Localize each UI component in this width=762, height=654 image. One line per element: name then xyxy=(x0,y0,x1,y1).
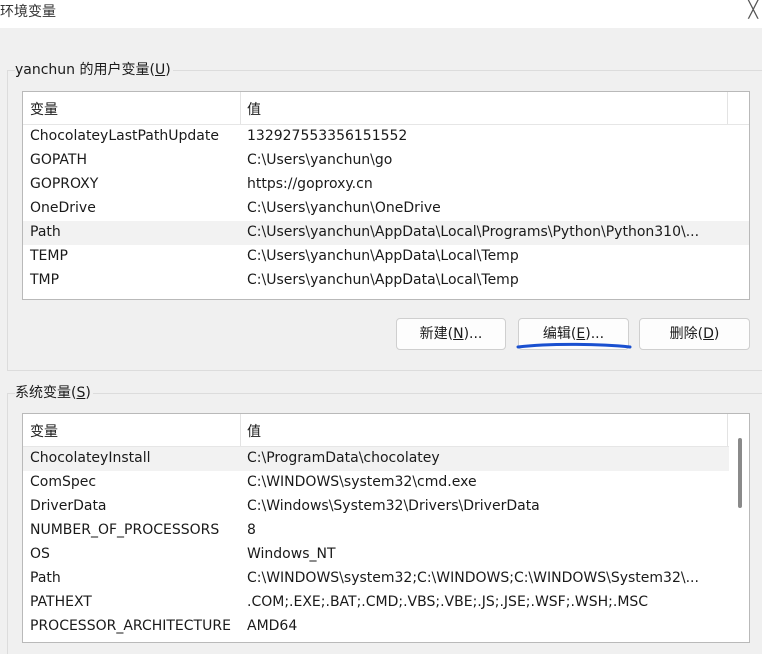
window-title: 环境变量 xyxy=(0,4,56,20)
table-row[interactable]: TMP C:\Users\yanchun\AppData\Local\Temp xyxy=(23,269,749,293)
variable-name: NUMBER_OF_PROCESSORS xyxy=(30,522,220,538)
variable-value: Windows_NT xyxy=(247,546,336,562)
close-icon[interactable]: ╳ xyxy=(748,0,758,20)
table-row[interactable]: PATHEXT .COM;.EXE;.BAT;.CMD;.VBS;.VBE;.JS… xyxy=(23,591,749,615)
variable-value: C:\Users\yanchun\OneDrive xyxy=(247,200,441,216)
variable-value: 8 xyxy=(247,522,256,538)
variable-name: PROCESSOR_ARCHITECTURE xyxy=(30,618,231,634)
variable-name: TEMP xyxy=(30,248,68,264)
table-row[interactable]: PROCESSOR_ARCHITECTURE AMD64 xyxy=(23,615,749,639)
delete-button[interactable]: 删除(D) xyxy=(639,318,750,350)
variable-value: C:\ProgramData\chocolatey xyxy=(247,450,440,466)
table-row[interactable]: TEMP C:\Users\yanchun\AppData\Local\Temp xyxy=(23,245,749,269)
table-row[interactable]: ChocolateyLastPathUpdate 1329275533561515… xyxy=(23,125,749,149)
table-row[interactable]: OneDrive C:\Users\yanchun\OneDrive xyxy=(23,197,749,221)
list-header: 变量 值 xyxy=(23,92,749,125)
variable-name: ChocolateyLastPathUpdate xyxy=(30,128,219,144)
user-variables-list[interactable]: 变量 值 ChocolateyLastPathUpdate 13292755335… xyxy=(22,91,750,300)
column-header-variable[interactable]: 变量 xyxy=(30,421,58,441)
variable-value: AMD64 xyxy=(247,618,298,634)
table-row[interactable]: Path C:\Users\yanchun\AppData\Local\Progr… xyxy=(23,221,749,245)
variable-value: C:\Users\yanchun\AppData\Local\Temp xyxy=(247,248,519,264)
table-row[interactable]: DriverData C:\Windows\System32\Drivers\Dr… xyxy=(23,495,749,519)
column-header-value[interactable]: 值 xyxy=(247,99,261,119)
variable-name: ChocolateyInstall xyxy=(30,450,151,466)
list-header: 变量 值 xyxy=(23,414,749,447)
new-button[interactable]: 新建(N)... xyxy=(396,318,506,350)
table-row[interactable]: OS Windows_NT xyxy=(23,543,749,567)
user-variable-rows: ChocolateyLastPathUpdate 1329275533561515… xyxy=(23,125,749,293)
variable-name: OS xyxy=(30,546,50,562)
column-divider[interactable] xyxy=(727,414,728,446)
variable-value: C:\Users\yanchun\AppData\Local\Temp xyxy=(247,272,519,288)
variable-value: https://goproxy.cn xyxy=(247,176,373,192)
system-variables-legend: 系统变量(S) xyxy=(15,384,93,402)
variable-value: C:\WINDOWS\system32;C:\WINDOWS;C:\WINDOW… xyxy=(247,570,699,586)
variable-name: GOPATH xyxy=(30,152,87,168)
variable-value: C:\WINDOWS\system32\cmd.exe xyxy=(247,474,477,490)
variable-name: DriverData xyxy=(30,498,107,514)
table-row[interactable]: GOPATH C:\Users\yanchun\go xyxy=(23,149,749,173)
variable-value: 132927553356151552 xyxy=(247,128,408,144)
variable-name: Path xyxy=(30,224,61,240)
system-variables-list[interactable]: 变量 值 ChocolateyInstall C:\ProgramData\cho… xyxy=(22,413,750,643)
column-divider[interactable] xyxy=(240,414,241,446)
variable-value: C:\Users\yanchun\AppData\Local\Programs\… xyxy=(247,224,700,240)
column-header-value[interactable]: 值 xyxy=(247,421,261,441)
column-header-variable[interactable]: 变量 xyxy=(30,99,58,119)
table-row[interactable]: ComSpec C:\WINDOWS\system32\cmd.exe xyxy=(23,471,749,495)
scrollbar-thumb[interactable] xyxy=(738,438,742,508)
system-variable-rows: ChocolateyInstall C:\ProgramData\chocolat… xyxy=(23,447,749,639)
variable-name: ComSpec xyxy=(30,474,97,490)
table-row[interactable]: NUMBER_OF_PROCESSORS 8 xyxy=(23,519,749,543)
variable-value: C:\Users\yanchun\go xyxy=(247,152,393,168)
annotation-underline xyxy=(516,342,632,349)
variable-value: .COM;.EXE;.BAT;.CMD;.VBS;.VBE;.JS;.JSE;.… xyxy=(247,594,649,610)
column-divider[interactable] xyxy=(240,92,241,124)
column-divider[interactable] xyxy=(727,92,728,124)
title-bar: 环境变量 ╳ xyxy=(0,0,762,28)
table-row[interactable]: ChocolateyInstall C:\ProgramData\chocolat… xyxy=(23,447,749,471)
variable-name: GOPROXY xyxy=(30,176,99,192)
variable-name: OneDrive xyxy=(30,200,96,216)
table-row[interactable]: Path C:\WINDOWS\system32;C:\WINDOWS;C:\WI… xyxy=(23,567,749,591)
table-row[interactable]: GOPROXY https://goproxy.cn xyxy=(23,173,749,197)
user-variables-legend: yanchun 的用户变量(U) xyxy=(15,61,173,79)
variable-name: TMP xyxy=(30,272,60,288)
variable-name: Path xyxy=(30,570,61,586)
vertical-scrollbar[interactable] xyxy=(729,414,749,642)
variable-value: C:\Windows\System32\Drivers\DriverData xyxy=(247,498,540,514)
variable-name: PATHEXT xyxy=(30,594,92,610)
